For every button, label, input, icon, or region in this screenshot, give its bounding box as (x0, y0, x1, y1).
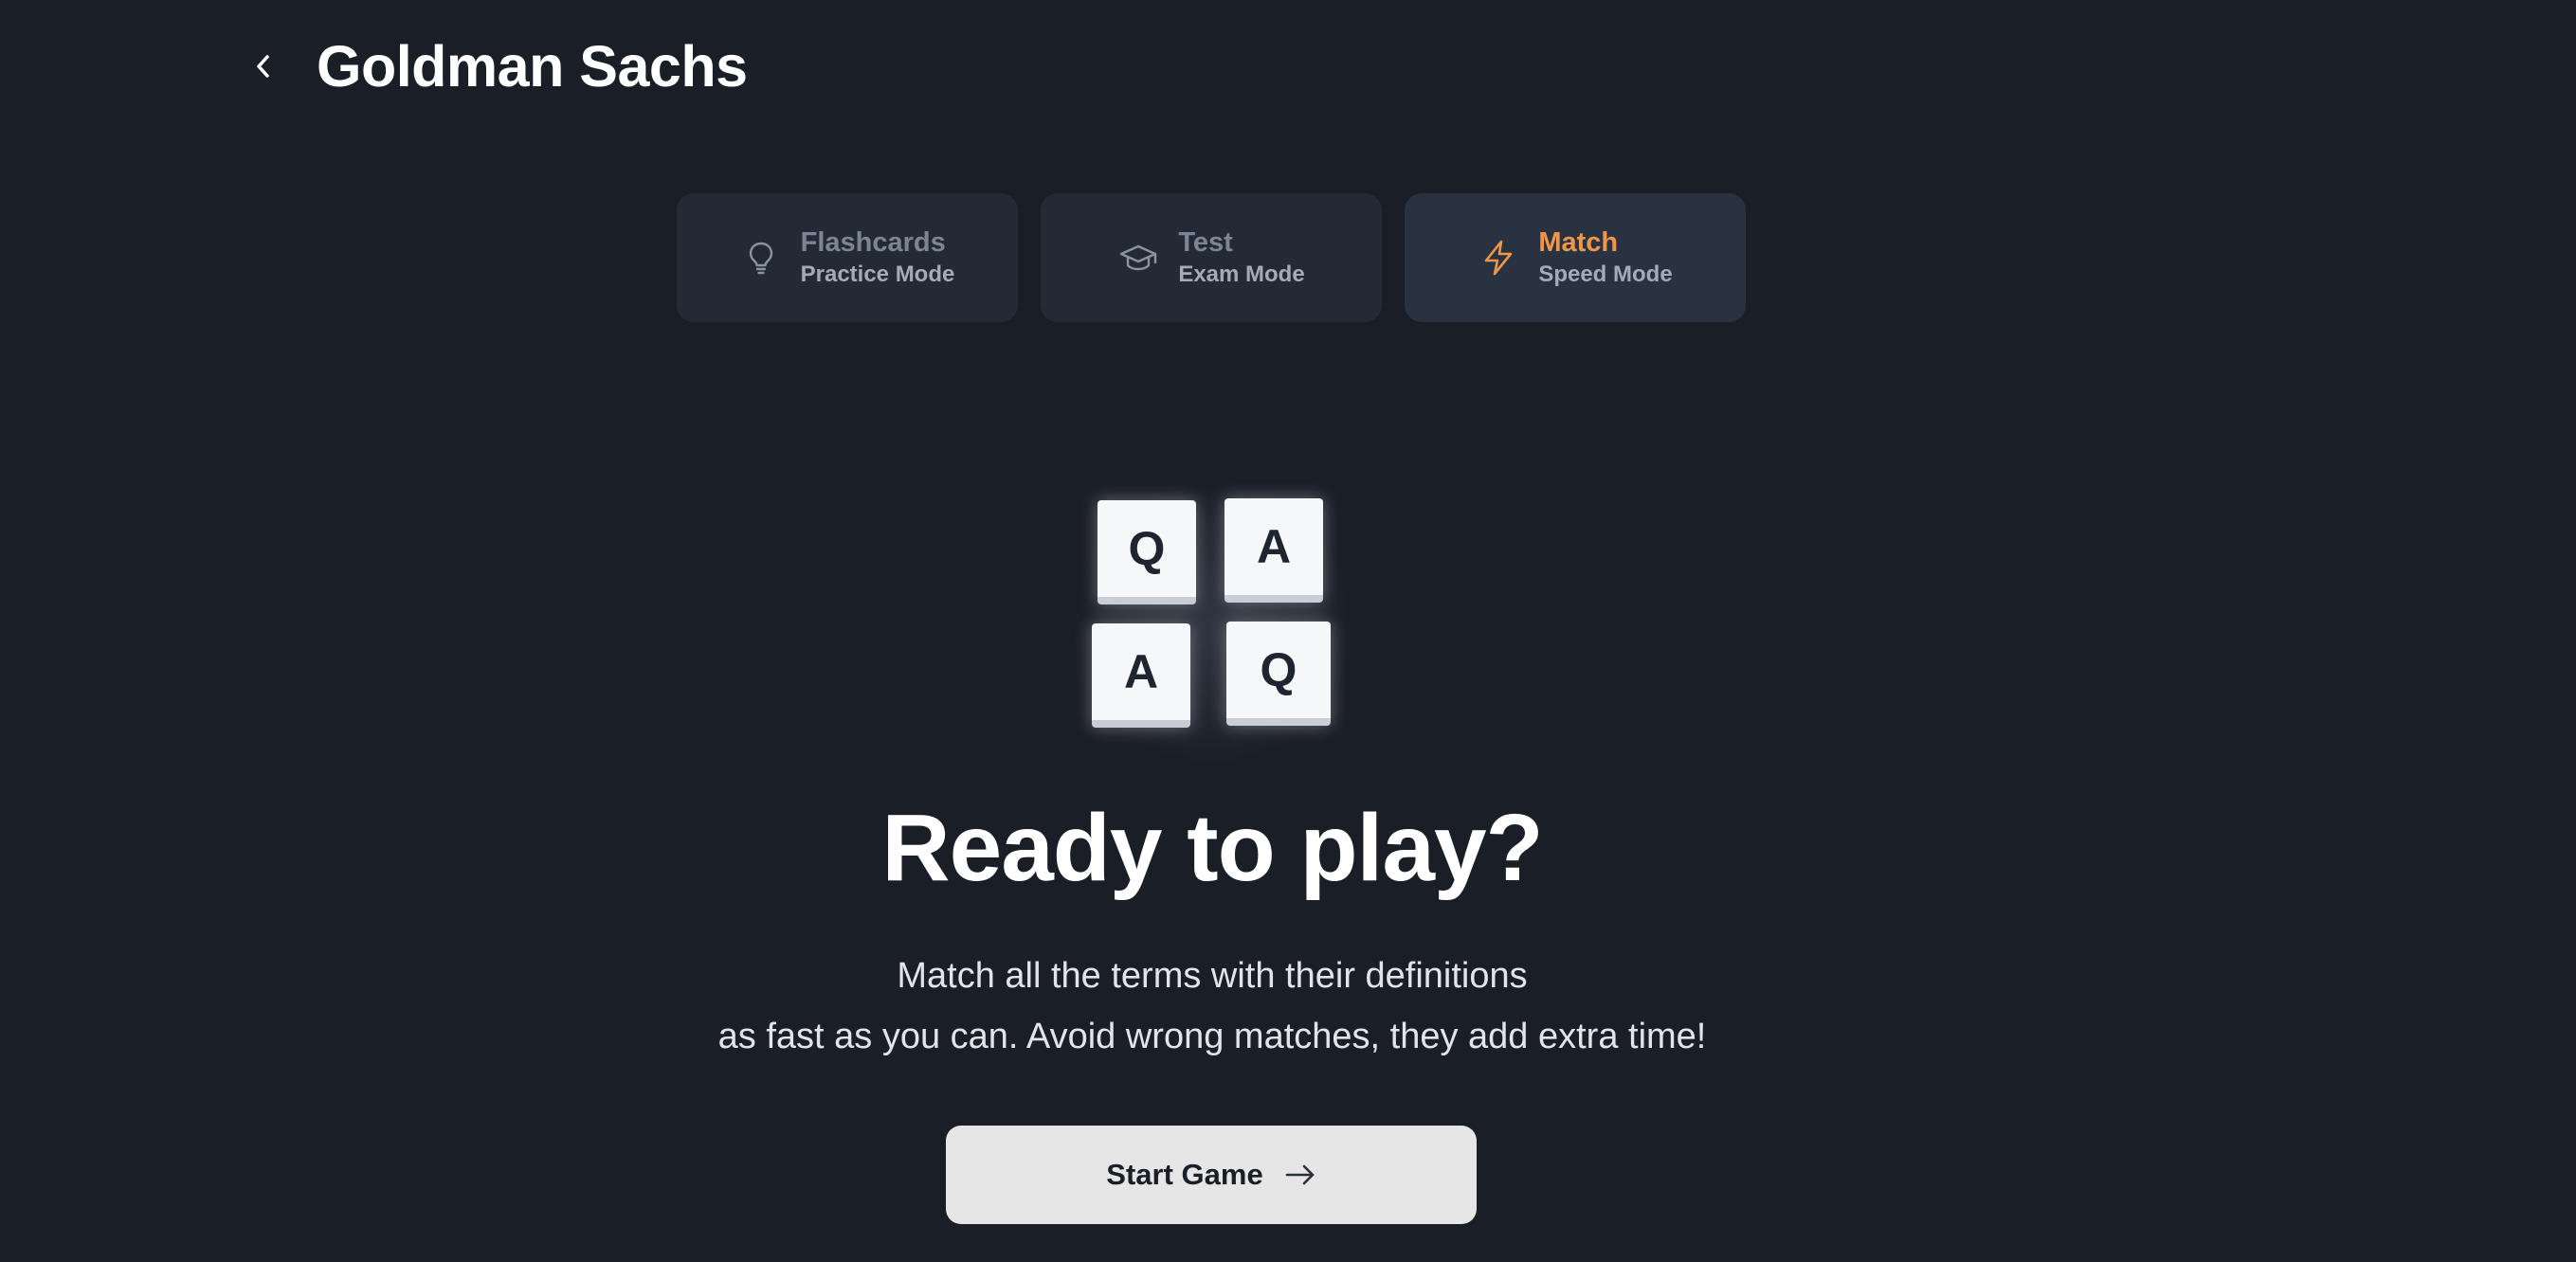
mode-name: Test (1178, 227, 1233, 258)
header: Goldman Sachs (248, 27, 748, 106)
lightning-bolt-icon (1485, 240, 1513, 276)
tab-test[interactable]: Test Exam Mode (1041, 193, 1382, 322)
tile-q: Q (1226, 622, 1331, 726)
mode-name: Flashcards (800, 227, 946, 258)
start-button-label: Start Game (1106, 1158, 1263, 1191)
mode-name: Match (1538, 227, 1619, 258)
description: Match all the terms with their definitio… (0, 946, 2424, 1067)
tile-q: Q (1098, 500, 1196, 604)
back-button[interactable] (248, 27, 279, 106)
mode-subtitle: Practice Mode (800, 261, 955, 287)
match-illustration: Q A A Q (1071, 483, 1355, 767)
description-line: as fast as you can. Avoid wrong matches,… (717, 1017, 1707, 1056)
headline: Ready to play? (881, 795, 1543, 901)
tile-a: A (1225, 498, 1323, 603)
mode-subtitle: Exam Mode (1178, 261, 1305, 287)
tab-flashcards[interactable]: Flashcards Practice Mode (677, 193, 1018, 322)
chevron-left-icon (257, 55, 269, 78)
mode-subtitle: Speed Mode (1538, 261, 1673, 287)
description-line: Match all the terms with their definitio… (897, 956, 1528, 996)
tab-match[interactable]: Match Speed Mode (1405, 193, 1746, 322)
graduation-cap-icon (1120, 244, 1157, 271)
mode-tabs: Flashcards Practice Mode Test Exam Mode … (677, 193, 1746, 322)
tile-a: A (1092, 623, 1190, 728)
lightbulb-icon (749, 242, 772, 275)
start-game-button[interactable]: Start Game (946, 1126, 1477, 1224)
arrow-right-icon (1285, 1164, 1315, 1185)
page-title: Goldman Sachs (317, 34, 748, 99)
